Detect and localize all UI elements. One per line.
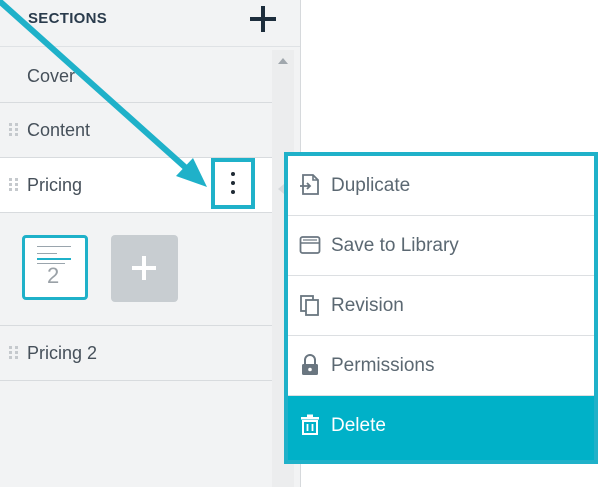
section-label: Content bbox=[27, 120, 91, 140]
duplicate-icon bbox=[300, 174, 319, 195]
page-thumbnail[interactable]: 2 bbox=[22, 235, 88, 300]
archive-box-icon bbox=[299, 236, 321, 254]
add-page-button[interactable] bbox=[111, 235, 178, 302]
add-section-button[interactable] bbox=[250, 6, 276, 32]
section-row-cover[interactable]: Cover bbox=[0, 50, 272, 103]
copies-icon bbox=[300, 295, 319, 316]
menu-item-label: Delete bbox=[331, 415, 386, 436]
lock-icon bbox=[302, 354, 318, 375]
section-label: Pricing bbox=[27, 175, 83, 195]
menu-item-revision[interactable]: Revision bbox=[288, 276, 594, 336]
drag-handle-icon[interactable] bbox=[9, 123, 19, 137]
section-context-menu: Duplicate Save to Library Revision Permi… bbox=[284, 152, 598, 464]
menu-item-label: Save to Library bbox=[331, 235, 459, 256]
section-label: Pricing 2 bbox=[27, 343, 98, 363]
menu-item-label: Duplicate bbox=[331, 175, 411, 196]
menu-item-delete[interactable]: Delete bbox=[288, 396, 594, 460]
section-row-pricing-2[interactable]: Pricing 2 bbox=[0, 326, 272, 381]
section-row-content[interactable]: Content bbox=[0, 103, 272, 158]
sidebar-header: SECTIONS bbox=[0, 0, 300, 47]
menu-item-label: Permissions bbox=[331, 355, 435, 376]
menu-item-label: Revision bbox=[331, 295, 404, 316]
section-label: Cover bbox=[27, 66, 76, 86]
menu-item-permissions[interactable]: Permissions bbox=[288, 336, 594, 396]
scroll-up-arrow-icon[interactable] bbox=[278, 58, 288, 64]
drag-handle-icon[interactable] bbox=[9, 346, 19, 360]
drag-handle-icon[interactable] bbox=[9, 178, 19, 192]
trash-icon bbox=[301, 414, 319, 435]
sections-sidebar: SECTIONS Cover Content Pricing 2 Pricing… bbox=[0, 0, 301, 487]
menu-item-save-to-library[interactable]: Save to Library bbox=[288, 216, 594, 276]
section-pages: 2 bbox=[0, 212, 272, 326]
sidebar-title: SECTIONS bbox=[28, 10, 108, 27]
section-options-button[interactable] bbox=[211, 158, 255, 209]
menu-item-duplicate[interactable]: Duplicate bbox=[288, 156, 594, 216]
page-number: 2 bbox=[47, 263, 60, 288]
